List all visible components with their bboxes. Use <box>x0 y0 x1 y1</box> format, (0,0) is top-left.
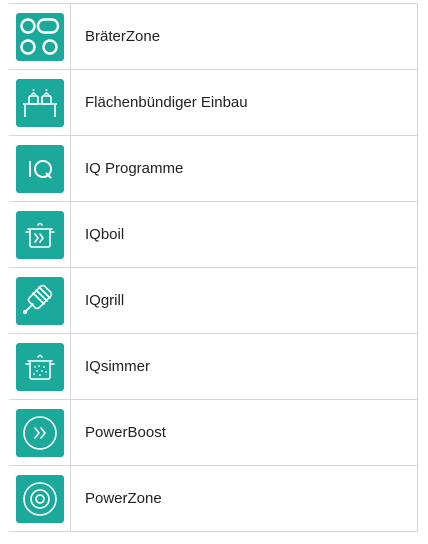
powerzone-icon <box>15 474 64 523</box>
feature-icon-cell <box>9 400 71 465</box>
feature-icon-cell <box>9 202 71 267</box>
feature-label: IQgrill <box>85 291 125 309</box>
iqgrill-icon <box>15 276 64 325</box>
feature-row-powerzone: PowerZone <box>9 466 417 532</box>
feature-icon-cell <box>9 466 71 531</box>
feature-label: PowerZone <box>85 489 162 507</box>
feature-row-iqgrill: IQgrill <box>9 268 417 334</box>
feature-icon-cell <box>9 268 71 333</box>
feature-icon-cell <box>9 4 71 69</box>
feature-row-flush-installation: Flächenbündiger Einbau <box>9 70 417 136</box>
feature-row-iqboil: IQboil <box>9 202 417 268</box>
feature-label: Flächenbündiger Einbau <box>85 93 248 111</box>
feature-label: PowerBoost <box>85 423 166 441</box>
flush-installation-icon <box>15 78 64 127</box>
feature-row-iq-programme: IQ Programme <box>9 136 417 202</box>
powerboost-icon <box>15 408 64 457</box>
feature-label: IQ Programme <box>85 159 184 177</box>
feature-icon-cell <box>9 334 71 399</box>
feature-label: IQsimmer <box>85 357 150 375</box>
feature-label: IQboil <box>85 225 125 243</box>
iqboil-icon <box>15 210 64 259</box>
feature-label: BräterZone <box>85 27 161 45</box>
feature-table: BräterZone Flächenbündiger Einbau IQ Pro… <box>9 3 418 532</box>
feature-row-braeterzone: BräterZone <box>9 4 417 70</box>
feature-icon-cell <box>9 136 71 201</box>
feature-row-iqsimmer: IQsimmer <box>9 334 417 400</box>
feature-icon-cell <box>9 70 71 135</box>
feature-row-powerboost: PowerBoost <box>9 400 417 466</box>
iqsimmer-icon <box>15 342 64 391</box>
iq-programme-icon <box>15 144 64 193</box>
braeterzone-icon <box>15 12 64 61</box>
